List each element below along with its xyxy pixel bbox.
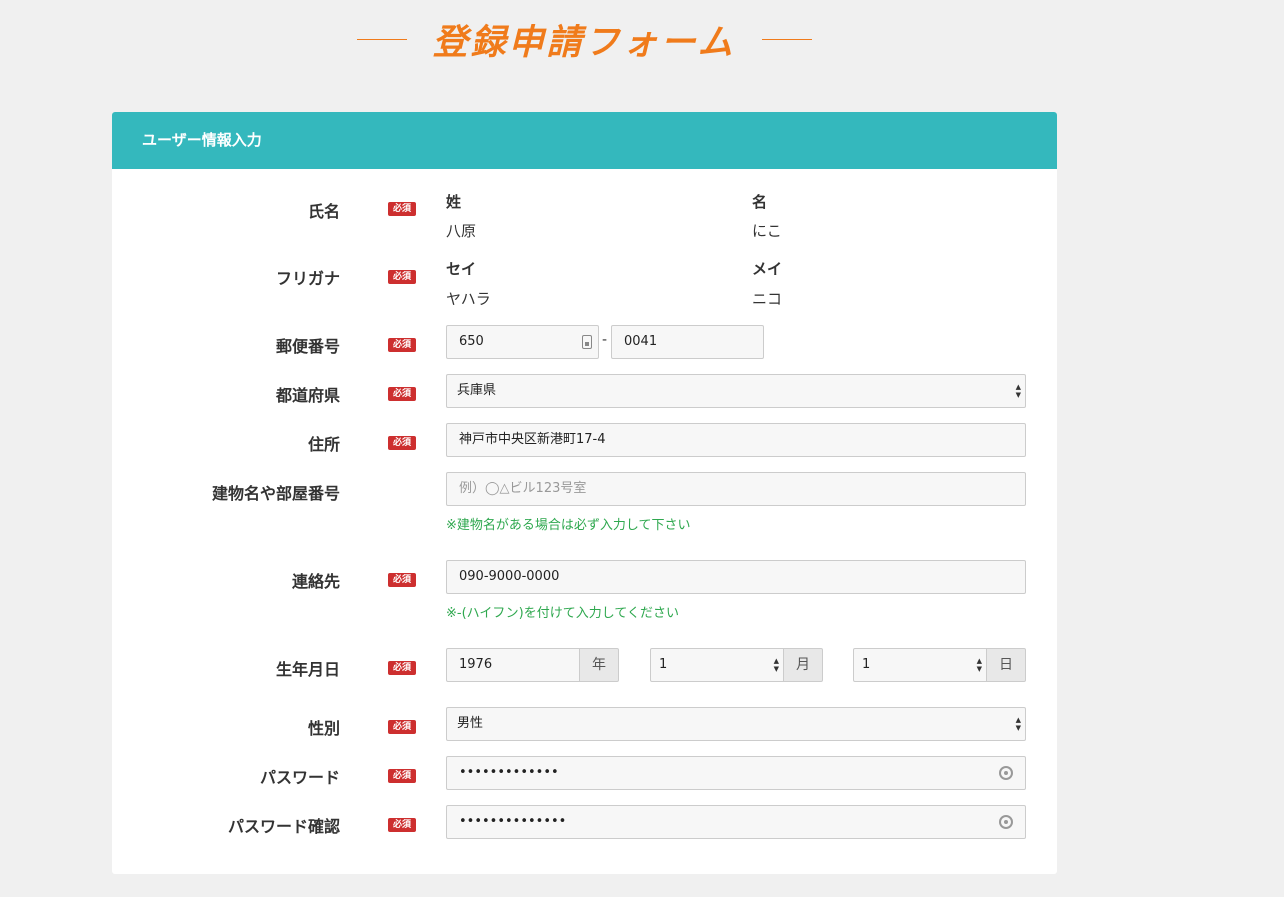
password-confirm-value: •••••••••••••• [459, 814, 567, 829]
gender-select[interactable]: 男性 ▲ ▼ [446, 707, 1026, 741]
password-input[interactable]: ••••••••••••• [446, 756, 1026, 790]
last-name-label: 姓 [446, 193, 462, 211]
required-badge: 必須 [388, 818, 416, 832]
postal-code-value-1: 650 [459, 334, 484, 349]
user-info-card: ユーザー情報入力 氏名 必須 姓 八原 名 にこ フリガナ 必須 セイ ヤハラ … [112, 112, 1057, 874]
name-label: 氏名 [307, 202, 340, 221]
page-title: 登録申請フォーム [432, 23, 736, 63]
year-unit: 年 [579, 648, 619, 682]
postal-separator: - [602, 332, 608, 348]
contact-label: 連絡先 [291, 572, 340, 591]
prefecture-select[interactable]: 兵庫県 ▲ ▼ [446, 374, 1026, 408]
birth-day-select[interactable]: 1 ▲ ▼ [853, 648, 987, 682]
required-badge: 必須 [388, 720, 416, 734]
required-badge: 必須 [388, 769, 416, 783]
password-manager-icon[interactable] [999, 766, 1013, 780]
contact-value: 090-9000-0000 [459, 569, 560, 584]
day-unit: 日 [986, 648, 1026, 682]
prefecture-value: 兵庫県 [457, 383, 497, 398]
first-kana-label: メイ [752, 260, 783, 278]
address-value: 神戸市中央区新港町17-4 [459, 432, 606, 447]
required-badge: 必須 [388, 573, 416, 587]
required-badge: 必須 [388, 202, 416, 216]
password-confirm-input[interactable]: •••••••••••••• [446, 805, 1026, 839]
postal-code-input-1[interactable]: 650 [446, 325, 599, 359]
required-badge: 必須 [388, 270, 416, 284]
birth-month-value: 1 [659, 657, 668, 672]
required-badge: 必須 [388, 661, 416, 675]
first-name-value: にこ [752, 222, 782, 240]
title-decoration-right [762, 39, 812, 40]
contact-input[interactable]: 090-9000-0000 [446, 560, 1026, 594]
gender-value: 男性 [457, 716, 484, 731]
section-header: ユーザー情報入力 [112, 112, 1057, 169]
postal-code-input-2[interactable]: 0041 [611, 325, 764, 359]
kana-label: フリガナ [275, 269, 340, 288]
select-arrows-icon: ▲ ▼ [1015, 716, 1021, 732]
birth-year-input[interactable]: 1976 [446, 648, 580, 682]
building-input[interactable]: 例）◯△ビル123号室 [446, 472, 1026, 506]
month-unit: 月 [783, 648, 823, 682]
birth-day-value: 1 [862, 657, 871, 672]
prefecture-label: 都道府県 [275, 386, 340, 405]
postal-label: 郵便番号 [275, 337, 340, 356]
birthday-label: 生年月日 [275, 660, 340, 679]
autofill-contact-icon[interactable] [582, 335, 592, 349]
select-arrows-icon: ▲ ▼ [1015, 383, 1021, 399]
last-kana-value: ヤハラ [446, 290, 491, 308]
password-manager-icon[interactable] [999, 815, 1013, 829]
first-name-label: 名 [752, 193, 768, 211]
first-kana-value: ニコ [752, 290, 783, 308]
birth-month-select[interactable]: 1 ▲ ▼ [650, 648, 784, 682]
password-confirm-label: パスワード確認 [227, 817, 340, 836]
select-arrows-icon: ▲ ▼ [976, 657, 982, 673]
building-hint: ※建物名がある場合は必ず入力して下さい [446, 518, 691, 533]
required-badge: 必須 [388, 338, 416, 352]
password-value: ••••••••••••• [459, 765, 559, 780]
password-label: パスワード [259, 768, 340, 787]
birth-year-value: 1976 [459, 657, 493, 672]
address-label: 住所 [307, 435, 340, 454]
required-badge: 必須 [388, 436, 416, 450]
contact-hint: ※-(ハイフン)を付けて入力してください [446, 606, 679, 621]
select-arrows-icon: ▲ ▼ [773, 657, 779, 673]
last-name-value: 八原 [446, 222, 477, 240]
building-placeholder: 例）◯△ビル123号室 [459, 481, 587, 496]
gender-label: 性別 [307, 719, 340, 738]
postal-code-value-2: 0041 [624, 334, 658, 349]
building-label: 建物名や部屋番号 [211, 484, 340, 503]
required-badge: 必須 [388, 387, 416, 401]
last-kana-label: セイ [446, 260, 477, 278]
address-input[interactable]: 神戸市中央区新港町17-4 [446, 423, 1026, 457]
